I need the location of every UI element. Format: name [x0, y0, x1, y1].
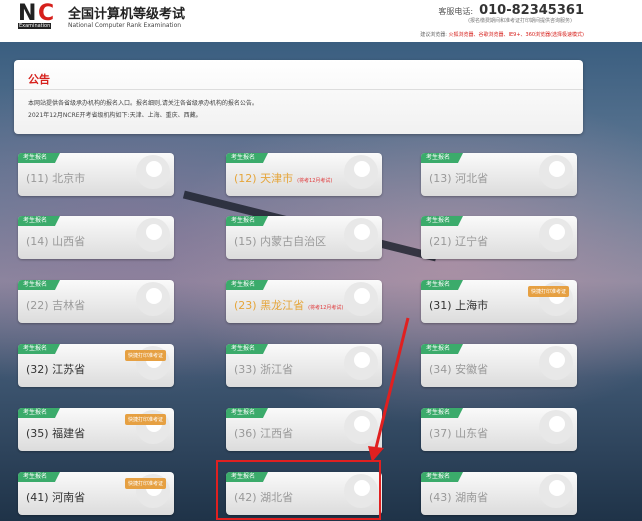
print-admission-button[interactable]: 快捷打印准考证: [124, 478, 166, 489]
print-admission-button[interactable]: 快捷打印准考证: [124, 350, 166, 361]
print-admission-button[interactable]: 快捷打印准考证: [527, 286, 569, 297]
print-admission-button[interactable]: 快捷打印准考证: [124, 414, 166, 425]
red-arrow-icon: [368, 317, 410, 462]
